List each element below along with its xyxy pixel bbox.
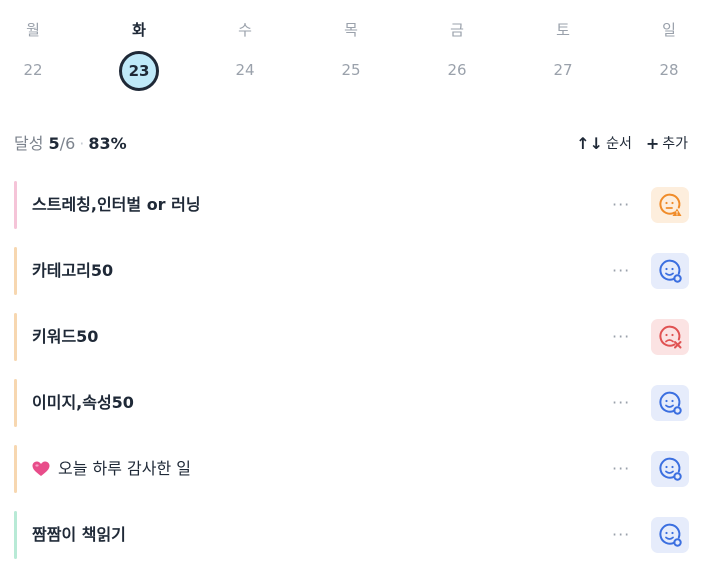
task-title: 짬짬이 책읽기 <box>32 524 126 546</box>
plus-icon: + <box>645 134 660 153</box>
heart-icon <box>32 461 50 476</box>
more-options-icon[interactable]: ··· <box>612 392 630 414</box>
status-button[interactable] <box>651 319 689 355</box>
task-row[interactable]: 오늘 하루 감사한 일 ··· <box>0 436 704 502</box>
task-row[interactable]: 카테고리50 ··· <box>0 238 704 304</box>
more-options-icon[interactable]: ··· <box>612 260 630 282</box>
task-title-text: 스트레칭,인터벌 or 러닝 <box>32 195 201 214</box>
task-title: 스트레칭,인터벌 or 러닝 <box>32 194 201 216</box>
list-actions: ↑↓ 순서 + 추가 <box>576 133 688 155</box>
add-button[interactable]: + 추가 <box>646 133 688 155</box>
status-button[interactable] <box>651 517 689 553</box>
task-row[interactable]: 스트레칭,인터벌 or 러닝 ··· <box>0 172 704 238</box>
day-name: 수 <box>238 21 252 39</box>
face-check-icon <box>659 259 682 283</box>
day-number: 28 <box>659 61 679 79</box>
face-check-icon <box>659 391 682 415</box>
task-title: 카테고리50 <box>32 260 113 282</box>
day-name: 일 <box>662 21 676 39</box>
task-row[interactable]: 짬짬이 책읽기 ··· <box>0 502 704 568</box>
sort-arrows-icon: ↑↓ <box>576 134 604 153</box>
more-options-icon[interactable]: ··· <box>612 194 630 216</box>
task-color-bar <box>14 379 17 427</box>
day-number: 25 <box>341 61 361 79</box>
status-button[interactable] <box>651 451 689 487</box>
more-options-icon[interactable]: ··· <box>612 524 630 546</box>
day-number: 27 <box>553 61 573 79</box>
day-number-selected: 23 <box>119 51 159 91</box>
task-title-text: 카테고리50 <box>32 261 114 280</box>
achievement-summary: 달성 5/6 · 83% <box>14 133 127 155</box>
summary-done-count: 5 <box>48 134 60 153</box>
task-title-text: 짬짬이 책읽기 <box>32 525 126 544</box>
task-color-bar <box>14 313 17 361</box>
more-options-icon[interactable]: ··· <box>612 326 630 348</box>
task-title: 키워드50 <box>32 326 98 348</box>
day-name: 월 <box>26 21 40 39</box>
day-number: 22 <box>23 61 43 79</box>
sort-label: 순서 <box>606 136 632 152</box>
task-color-bar <box>14 247 17 295</box>
week-calendar: 월 22 화 23 수 24 목 25 금 26 토 27 일 28 <box>0 0 704 100</box>
face-check-icon <box>659 457 682 481</box>
task-title-text: 키워드50 <box>32 327 99 346</box>
sort-button[interactable]: ↑↓ 순서 <box>576 133 632 155</box>
day-name: 화 <box>132 21 146 39</box>
add-label: 추가 <box>662 136 688 152</box>
face-check-icon <box>659 523 682 547</box>
day-name: 토 <box>556 21 570 39</box>
summary-percent: 83% <box>88 134 127 153</box>
summary-total-count: /6 <box>59 134 76 153</box>
face-warning-icon <box>659 193 682 216</box>
task-title: 오늘 하루 감사한 일 <box>32 458 191 480</box>
task-color-bar <box>14 445 17 493</box>
task-title-text: 이미지,속성50 <box>32 393 134 412</box>
task-row[interactable]: 키워드50 ··· <box>0 304 704 370</box>
task-row[interactable]: 이미지,속성50 ··· <box>0 370 704 436</box>
more-options-icon[interactable]: ··· <box>612 458 630 480</box>
status-button[interactable] <box>651 253 689 289</box>
face-x-icon <box>659 325 682 349</box>
task-color-bar <box>14 181 17 229</box>
summary-label: 달성 <box>14 134 44 153</box>
day-name: 금 <box>450 21 464 39</box>
status-button[interactable] <box>651 385 689 421</box>
summary-separator: · <box>79 134 85 153</box>
task-color-bar <box>14 511 17 559</box>
day-name: 목 <box>344 21 358 39</box>
status-button[interactable] <box>651 187 689 223</box>
task-title: 이미지,속성50 <box>32 392 134 414</box>
task-title-text: 오늘 하루 감사한 일 <box>58 459 192 478</box>
day-number: 26 <box>447 61 467 79</box>
day-number: 24 <box>235 61 255 79</box>
